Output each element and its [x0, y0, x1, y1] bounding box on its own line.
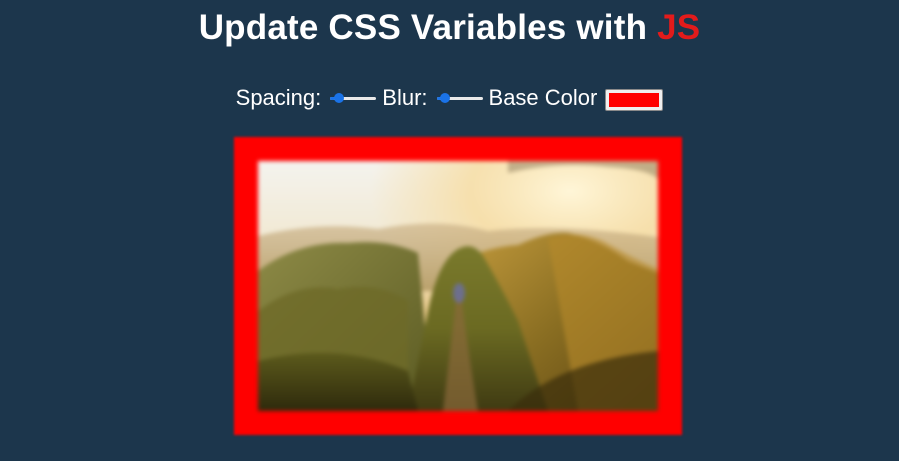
mountain-landscape-photo: [258, 161, 658, 411]
mountain-landscape-icon: [258, 161, 658, 411]
blur-label: Blur:: [382, 85, 428, 110]
base-color-swatch: [609, 93, 660, 107]
controls: Spacing: Blur: Base Color: [0, 84, 899, 112]
page-title: Update CSS Variables with JS: [0, 8, 899, 48]
title-highlight: JS: [657, 8, 701, 47]
title-text: Update CSS Variables with: [198, 8, 658, 47]
spacing-slider-thumb[interactable]: [333, 93, 344, 103]
base-color-label: Base Color: [488, 85, 598, 110]
page: Update CSS Variables with JS Spacing: Bl…: [0, 0, 899, 461]
blur-slider-thumb[interactable]: [440, 93, 451, 103]
spacing-slider[interactable]: [330, 91, 377, 105]
spacing-label: Spacing:: [235, 85, 322, 110]
base-color-picker[interactable]: [605, 89, 664, 111]
blur-slider[interactable]: [436, 91, 483, 105]
